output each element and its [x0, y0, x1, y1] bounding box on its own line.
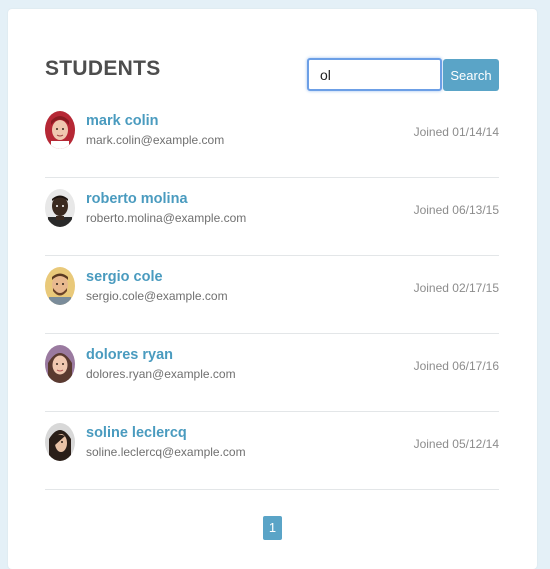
student-email: sergio.cole@example.com: [86, 289, 228, 303]
student-name-link[interactable]: soline leclercq: [86, 425, 187, 441]
joined-date: Joined 06/17/16: [413, 359, 499, 373]
avatar: [45, 345, 75, 383]
joined-date: Joined 01/14/14: [413, 125, 499, 139]
students-card: STUDENTS Search mark colin mark.colin@ex…: [8, 9, 537, 569]
joined-date: Joined 06/13/15: [413, 203, 499, 217]
page-title: STUDENTS: [45, 57, 161, 80]
avatar: [45, 111, 75, 149]
student-name-link[interactable]: sergio cole: [86, 269, 163, 285]
page-link-1[interactable]: 1: [263, 516, 282, 540]
search-input[interactable]: [307, 58, 442, 91]
joined-date: Joined 02/17/15: [413, 281, 499, 295]
student-name-link[interactable]: dolores ryan: [86, 347, 173, 363]
student-list-item: soline leclercq soline.leclercq@example.…: [45, 412, 499, 490]
student-email: mark.colin@example.com: [86, 133, 225, 147]
avatar: [45, 267, 75, 305]
joined-date: Joined 05/12/14: [413, 437, 499, 451]
student-list-item: sergio cole sergio.cole@example.com Join…: [45, 256, 499, 334]
pagination-item: 1: [263, 516, 282, 540]
student-list: mark colin mark.colin@example.com Joined…: [45, 100, 499, 490]
student-email: soline.leclercq@example.com: [86, 445, 246, 459]
avatar: [45, 189, 75, 227]
student-name-link[interactable]: roberto molina: [86, 191, 188, 207]
pagination: 1: [263, 516, 282, 540]
student-email: dolores.ryan@example.com: [86, 367, 236, 381]
student-email: roberto.molina@example.com: [86, 211, 247, 225]
student-name-link[interactable]: mark colin: [86, 113, 159, 129]
search-button[interactable]: Search: [443, 59, 499, 91]
student-list-item: roberto molina roberto.molina@example.co…: [45, 178, 499, 256]
student-list-item: mark colin mark.colin@example.com Joined…: [45, 100, 499, 178]
avatar: [45, 423, 75, 461]
student-list-item: dolores ryan dolores.ryan@example.com Jo…: [45, 334, 499, 412]
